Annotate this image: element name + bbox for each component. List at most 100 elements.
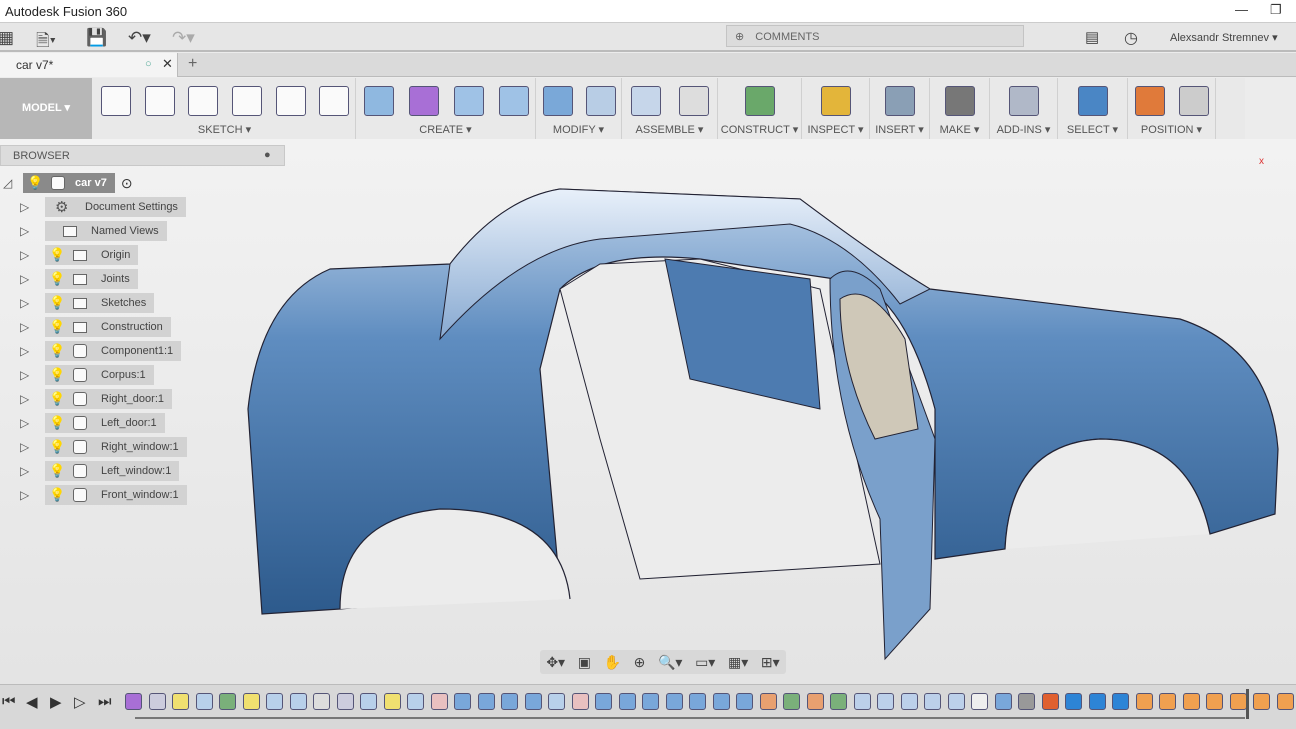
timeline-plane3-icon[interactable] — [900, 693, 918, 710]
browser-item-pill[interactable]: 💡 Left_door:1 — [45, 413, 165, 433]
nav-tool-2[interactable]: ✋ — [604, 654, 621, 671]
redo-button[interactable]: ↷▾ — [172, 28, 195, 48]
browser-item-pill[interactable]: 💡 Sketches — [45, 293, 155, 313]
lightbulb-icon[interactable]: 💡 — [49, 415, 65, 431]
browser-item[interactable]: ▷ 💡 Corpus:1 — [20, 365, 154, 385]
timeline-fillet2-icon[interactable] — [759, 693, 777, 710]
timeline-plane3-icon[interactable] — [853, 693, 871, 710]
app-grid-icon[interactable]: ▦ — [0, 28, 14, 48]
circle-icon[interactable] — [232, 86, 262, 116]
lightbulb-icon[interactable]: 💡 — [49, 295, 65, 311]
timeline-move-icon[interactable] — [1112, 693, 1129, 710]
lightbulb-icon[interactable]: 💡 — [49, 439, 65, 455]
lightbulb-icon[interactable]: 💡 — [49, 247, 65, 263]
browser-item-pill[interactable]: 💡 Left_window:1 — [45, 461, 180, 481]
timeline-extrude-icon[interactable] — [195, 693, 213, 710]
timeline-plane3-icon[interactable] — [947, 693, 965, 710]
toolbar-group-label[interactable]: SKETCH ▾ — [94, 123, 355, 136]
spline-icon[interactable] — [101, 86, 131, 116]
expand-triangle-icon[interactable]: ▷ — [20, 368, 34, 382]
lightbulb-icon[interactable]: 💡 — [49, 391, 65, 407]
timeline-pos-icon[interactable] — [1253, 693, 1270, 710]
dimension-icon[interactable] — [188, 86, 218, 116]
toolbar-group-label[interactable]: MAKE ▾ — [930, 123, 989, 136]
playback-button-1[interactable]: ◀ — [26, 693, 38, 711]
press-pull-icon[interactable] — [543, 86, 573, 116]
expand-triangle-icon[interactable]: ▷ — [20, 320, 34, 334]
expand-triangle-icon[interactable]: ▷ — [20, 248, 34, 262]
restore-button[interactable]: ❐ — [1270, 2, 1282, 18]
root-pill[interactable]: 💡 car v7 — [23, 173, 115, 193]
toolbar-group-label[interactable]: INSPECT ▾ — [802, 123, 869, 136]
timeline-surface-icon[interactable] — [571, 693, 589, 710]
toolbar-group-label[interactable]: MODIFY ▾ — [536, 123, 621, 136]
expand-triangle-icon[interactable]: ▷ — [20, 344, 34, 358]
playback-button-2[interactable]: ▶ — [50, 693, 62, 711]
browser-item[interactable]: ▷ ⚙ Document Settings — [20, 197, 186, 217]
timeline-plane3-icon[interactable] — [877, 693, 894, 710]
browser-panel-header[interactable]: BROWSER ● — [0, 145, 285, 166]
nav-tool-6[interactable]: ▦▾ — [728, 654, 748, 671]
toolbar-group-label[interactable]: ADD-INS ▾ — [990, 123, 1057, 136]
timeline-box-icon[interactable] — [595, 693, 612, 710]
add-comment-icon[interactable]: ⊕ — [735, 31, 744, 43]
timeline-box-icon[interactable] — [994, 693, 1012, 710]
browser-item[interactable]: ▷ 💡 Origin — [20, 245, 139, 265]
timeline-extrude-icon[interactable] — [360, 693, 377, 710]
toolbar-group-label[interactable]: POSITION ▾ — [1128, 123, 1215, 136]
collapse-browser-icon[interactable]: ● — [264, 149, 271, 161]
toolbar-group-label[interactable]: INSERT ▾ — [870, 123, 929, 136]
timeline-box-icon[interactable] — [618, 693, 636, 710]
timeline-surface-icon[interactable] — [430, 693, 448, 710]
new-component-icon[interactable] — [631, 86, 661, 116]
timeline-box-icon[interactable] — [524, 693, 542, 710]
timeline-plane2-icon[interactable] — [830, 693, 847, 710]
joint-icon[interactable] — [679, 86, 709, 116]
3d-print-icon[interactable] — [945, 86, 975, 116]
timeline-pos-icon[interactable] — [1182, 693, 1200, 710]
timeline-form-icon[interactable] — [125, 693, 142, 710]
timeline-shell-icon[interactable] — [971, 693, 988, 710]
capture-position-icon[interactable] — [1135, 86, 1165, 116]
browser-item[interactable]: ▷ Named Views — [20, 221, 167, 241]
timeline-pattern-icon[interactable] — [1018, 693, 1035, 710]
timeline-box-icon[interactable] — [665, 693, 683, 710]
comments-bar[interactable]: ⊕ COMMENTS — [726, 25, 1024, 47]
timeline-plane2-icon[interactable] — [783, 693, 800, 710]
chat-icon[interactable]: ▤ — [1085, 28, 1099, 46]
timeline-box-icon[interactable] — [736, 693, 753, 710]
expand-triangle-icon[interactable]: ▷ — [20, 440, 34, 454]
timeline-marker[interactable] — [1246, 689, 1249, 719]
timeline-pos-icon[interactable] — [1159, 693, 1176, 710]
browser-item-pill[interactable]: 💡 Front_window:1 — [45, 485, 187, 505]
browser-item[interactable]: ▷ 💡 Left_door:1 — [20, 413, 165, 433]
measure-icon[interactable] — [821, 86, 851, 116]
nav-tool-7[interactable]: ⊞▾ — [761, 654, 780, 671]
browser-item-pill[interactable]: ⚙ Document Settings — [45, 197, 186, 217]
browser-item[interactable]: ▷ 💡 Component1:1 — [20, 341, 182, 361]
browser-item[interactable]: ▷ 💡 Front_window:1 — [20, 485, 187, 505]
browser-item-pill[interactable]: 💡 Component1:1 — [45, 341, 182, 361]
timeline-extrude-icon[interactable] — [407, 693, 424, 710]
browser-item-pill[interactable]: 💡 Joints — [45, 269, 138, 289]
close-tab-icon[interactable]: ✕ — [162, 56, 173, 72]
timeline-pos-icon[interactable] — [1135, 693, 1153, 710]
timeline-extrude-icon[interactable] — [289, 693, 307, 710]
insert-image-icon[interactable] — [885, 86, 915, 116]
extrude-icon[interactable] — [454, 86, 484, 116]
save-button[interactable]: 💾 — [86, 28, 107, 48]
timeline-box-icon[interactable] — [477, 693, 495, 710]
expand-triangle-icon[interactable]: ▷ — [20, 488, 34, 502]
nav-tool-0[interactable]: ✥▾ — [546, 654, 565, 671]
browser-item[interactable]: ▷ 💡 Construction — [20, 317, 171, 337]
undo-button[interactable]: ↶▾ — [128, 28, 151, 48]
timeline-extrude-icon[interactable] — [548, 693, 565, 710]
revolve-icon[interactable] — [499, 86, 529, 116]
playback-button-4[interactable]: ⏭ — [98, 693, 112, 710]
toolbar-group-label[interactable]: CREATE ▾ — [356, 123, 535, 136]
timeline-fillet-icon[interactable] — [336, 693, 354, 710]
expand-triangle-icon[interactable]: ▷ — [20, 464, 34, 478]
create-sketch-icon[interactable] — [276, 86, 306, 116]
timeline-plane-icon[interactable] — [148, 693, 166, 710]
offset-plane-icon[interactable] — [745, 86, 775, 116]
